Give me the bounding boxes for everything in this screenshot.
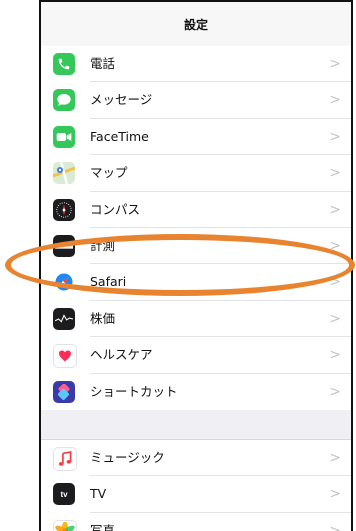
settings-group-media: ミュージック > tv TV > 写真 > xyxy=(41,439,351,531)
maps-icon xyxy=(53,162,75,185)
settings-group-apps: 電話 > メッセージ > FaceTime > マップ > コンパス > 計測 > Safari > 株価 >… xyxy=(41,46,351,410)
row-label: 電話 xyxy=(90,56,116,71)
row-messages[interactable]: メッセージ > xyxy=(41,82,351,119)
compass-icon xyxy=(53,198,75,221)
row-label: Safari xyxy=(90,274,127,290)
navigation-bar: 設定 xyxy=(41,2,351,47)
photos-icon xyxy=(53,519,77,531)
health-icon xyxy=(53,344,77,369)
chevron-right-icon: > xyxy=(329,274,341,291)
row-compass[interactable]: コンパス > xyxy=(41,192,351,228)
row-label: 写真 xyxy=(90,522,116,531)
chevron-right-icon: > xyxy=(329,522,341,531)
row-label: ミュージック xyxy=(90,450,165,465)
row-measure[interactable]: 計測 > xyxy=(41,228,351,265)
row-label: マップ xyxy=(90,165,128,181)
chevron-right-icon: > xyxy=(329,310,341,327)
chevron-right-icon: > xyxy=(329,237,341,254)
chevron-right-icon: > xyxy=(329,383,341,400)
row-label: メッセージ xyxy=(90,92,153,108)
row-photos[interactable]: 写真 > xyxy=(41,513,351,531)
tv-icon-text: tv xyxy=(60,489,68,499)
row-label: ショートカット xyxy=(90,383,178,399)
facetime-icon xyxy=(53,125,75,148)
chevron-right-icon: > xyxy=(329,128,341,145)
chevron-right-icon: > xyxy=(329,486,341,503)
phone-icon xyxy=(53,53,75,75)
row-label: TV xyxy=(90,486,107,502)
chevron-right-icon: > xyxy=(329,347,341,364)
messages-icon xyxy=(53,89,75,112)
row-shortcuts[interactable]: ショートカット > xyxy=(41,374,351,410)
row-health[interactable]: ヘルスケア > xyxy=(41,337,351,374)
tv-icon: tv xyxy=(53,483,75,506)
settings-screen: 設定 電話 > メッセージ > FaceTime > マップ > コンパス > 計測 > Safari >… xyxy=(39,0,353,531)
chevron-right-icon: > xyxy=(329,450,341,466)
row-phone[interactable]: 電話 > xyxy=(41,46,351,83)
chevron-right-icon: > xyxy=(329,92,341,109)
row-label: ヘルスケア xyxy=(90,347,153,363)
row-stocks[interactable]: 株価 > xyxy=(41,301,351,338)
row-maps[interactable]: マップ > xyxy=(41,155,351,192)
row-label: コンパス xyxy=(90,201,141,217)
row-label: 計測 xyxy=(90,237,116,253)
chevron-right-icon: > xyxy=(329,201,341,218)
row-safari[interactable]: Safari > xyxy=(41,264,351,301)
row-label: FaceTime xyxy=(90,128,149,144)
page-title: 設定 xyxy=(183,17,208,32)
music-icon xyxy=(53,447,77,471)
shortcuts-icon xyxy=(53,380,75,403)
chevron-right-icon: > xyxy=(329,165,341,182)
row-label: 株価 xyxy=(90,310,116,326)
chevron-right-icon: > xyxy=(329,56,341,72)
stocks-icon xyxy=(53,307,75,330)
measure-icon xyxy=(53,234,75,257)
safari-icon xyxy=(53,271,75,293)
row-facetime[interactable]: FaceTime > xyxy=(41,119,351,156)
row-music[interactable]: ミュージック > xyxy=(41,440,351,477)
row-tv[interactable]: tv TV > xyxy=(41,476,351,513)
